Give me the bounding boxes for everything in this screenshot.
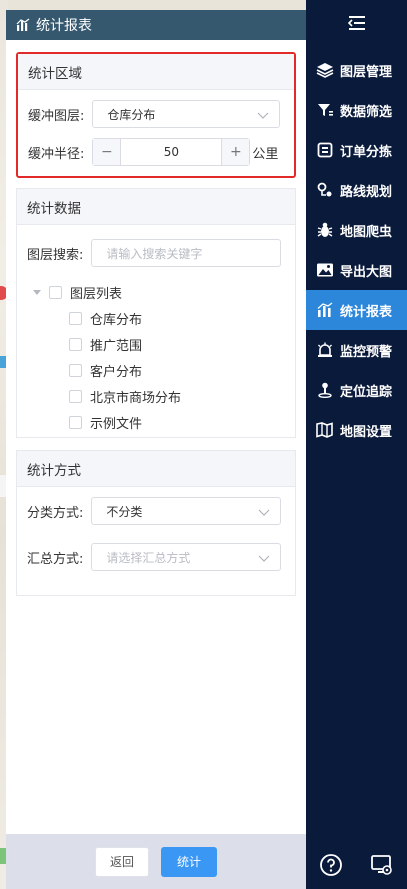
display-settings-icon[interactable] — [370, 853, 394, 881]
chevron-down-icon — [257, 109, 269, 119]
layer-search-row: 图层搜索: 请输入搜索关键字 — [17, 239, 295, 267]
buffer-layer-label: 缓冲图层: — [28, 108, 85, 124]
locate-icon — [316, 381, 334, 399]
image-export-icon — [316, 261, 334, 279]
stat-button[interactable]: 统计 — [161, 846, 217, 877]
decrement-button[interactable]: − — [93, 139, 122, 165]
buffer-radius-stepper[interactable]: − 50 + — [92, 138, 251, 166]
checkbox[interactable] — [49, 285, 62, 299]
sidebar-item-label: 地图设置 — [340, 424, 393, 440]
sidebar-item-map-settings[interactable]: 地图设置 — [306, 410, 407, 450]
stat-data-section: 统计数据 图层搜索: 请输入搜索关键字 图层列表 仓库分布 推广范围 客户分布 … — [16, 188, 296, 438]
tree-item[interactable]: 示例文件 — [33, 409, 295, 435]
tree-item-label: 客户分布 — [90, 364, 143, 380]
chart-icon — [316, 301, 334, 319]
layers-icon — [316, 61, 334, 79]
filter-icon — [316, 101, 334, 119]
sidebar-bottom-tools — [306, 853, 407, 881]
panel-header: 统计报表 — [6, 10, 306, 40]
tree-item[interactable]: 推广范围 — [33, 331, 295, 357]
tree-item-label: 推广范围 — [90, 338, 143, 354]
buffer-radius-row: 缓冲半径: − 50 + 公里 — [18, 138, 294, 166]
sidebar-item-locate-track[interactable]: 定位追踪 — [306, 370, 407, 410]
sidebar-item-map-crawler[interactable]: 地图爬虫 — [306, 210, 407, 250]
buffer-layer-row: 缓冲图层: 仓库分布 — [18, 100, 294, 128]
menu-toggle[interactable] — [306, 0, 407, 50]
tree-root[interactable]: 图层列表 — [33, 279, 295, 305]
sidebar-item-label: 监控预警 — [340, 344, 393, 360]
stat-method-section: 统计方式 分类方式: 不分类 汇总方式: 请选择汇总方式 — [16, 450, 296, 596]
sidebar-item-label: 地图爬虫 — [340, 224, 393, 240]
route-icon — [316, 181, 334, 199]
buffer-radius-label: 缓冲半径: — [28, 146, 85, 162]
layer-search-label: 图层搜索: — [27, 247, 84, 263]
summary-placeholder: 请选择汇总方式 — [106, 550, 191, 565]
increment-button[interactable]: + — [221, 139, 250, 165]
chevron-down-icon — [258, 506, 270, 516]
menu-collapse-icon[interactable] — [347, 15, 367, 35]
sidebar-item-data-filter[interactable]: 数据筛选 — [306, 90, 407, 130]
classify-select[interactable]: 不分类 — [91, 497, 282, 525]
section-title: 统计方式 — [17, 451, 295, 487]
sidebar-item-label: 路线规划 — [340, 184, 393, 200]
sidebar-item-export-image[interactable]: 导出大图 — [306, 250, 407, 290]
tree-item-label: 北京市商场分布 — [90, 390, 182, 406]
classify-label: 分类方式: — [27, 505, 84, 521]
panel-footer: 返回 统计 — [6, 834, 306, 889]
tree-root-label: 图层列表 — [70, 286, 123, 302]
summary-row: 汇总方式: 请选择汇总方式 — [17, 543, 295, 571]
buffer-layer-value: 仓库分布 — [107, 107, 156, 122]
order-sort-icon — [316, 141, 334, 159]
checkbox[interactable] — [69, 389, 82, 403]
tree-item-label: 仓库分布 — [90, 312, 143, 328]
sidebar-item-label: 定位追踪 — [340, 384, 393, 400]
right-sidebar: 图层管理 数据筛选 订单分拣 路线规划 地图爬虫 导出大图 统计报表 监控预警 … — [306, 0, 407, 889]
checkbox[interactable] — [69, 311, 82, 325]
radius-unit: 公里 — [252, 146, 279, 162]
checkbox[interactable] — [69, 337, 82, 351]
stat-area-section: 统计区域 缓冲图层: 仓库分布 缓冲半径: − 50 + 公里 — [16, 52, 296, 178]
caret-down-icon[interactable] — [33, 289, 41, 295]
sidebar-item-monitor-alarm[interactable]: 监控预警 — [306, 330, 407, 370]
sidebar-item-stats-report[interactable]: 统计报表 — [306, 290, 407, 330]
stats-report-panel: 统计报表 统计区域 缓冲图层: 仓库分布 缓冲半径: − 50 + 公里 统计数… — [6, 10, 306, 889]
summary-select[interactable]: 请选择汇总方式 — [91, 543, 282, 571]
sidebar-item-label: 订单分拣 — [340, 144, 393, 160]
search-placeholder: 请输入搜索关键字 — [106, 246, 203, 261]
sidebar-item-label: 数据筛选 — [340, 104, 393, 120]
help-icon[interactable] — [319, 853, 343, 881]
section-title: 统计区域 — [18, 54, 294, 90]
panel-title: 统计报表 — [36, 18, 92, 34]
sidebar-item-label: 统计报表 — [340, 304, 393, 320]
tree-item[interactable]: 仓库分布 — [33, 305, 295, 331]
alarm-icon — [316, 341, 334, 359]
sidebar-item-label: 导出大图 — [340, 264, 393, 280]
sidebar-item-route-plan[interactable]: 路线规划 — [306, 170, 407, 210]
bug-icon — [316, 221, 334, 239]
tree-item[interactable]: 北京市商场分布 — [33, 383, 295, 409]
section-title: 统计数据 — [17, 189, 295, 225]
buffer-layer-select[interactable]: 仓库分布 — [92, 100, 281, 128]
classify-row: 分类方式: 不分类 — [17, 497, 295, 525]
buffer-radius-value[interactable]: 50 — [121, 145, 221, 159]
checkbox[interactable] — [69, 363, 82, 377]
chart-icon — [16, 18, 30, 32]
checkbox[interactable] — [69, 415, 82, 429]
summary-label: 汇总方式: — [27, 551, 84, 567]
classify-value: 不分类 — [106, 504, 143, 519]
chevron-down-icon — [258, 552, 270, 562]
sidebar-item-order-sort[interactable]: 订单分拣 — [306, 130, 407, 170]
tree-item[interactable]: 客户分布 — [33, 357, 295, 383]
sidebar-item-layer-manage[interactable]: 图层管理 — [306, 50, 407, 90]
tree-item-label: 示例文件 — [90, 416, 143, 432]
layer-tree: 图层列表 仓库分布 推广范围 客户分布 北京市商场分布 示例文件 — [17, 279, 295, 435]
sidebar-item-label: 图层管理 — [340, 64, 393, 80]
map-settings-icon — [316, 421, 334, 439]
back-button[interactable]: 返回 — [95, 846, 149, 877]
layer-search-input[interactable]: 请输入搜索关键字 — [91, 239, 282, 267]
